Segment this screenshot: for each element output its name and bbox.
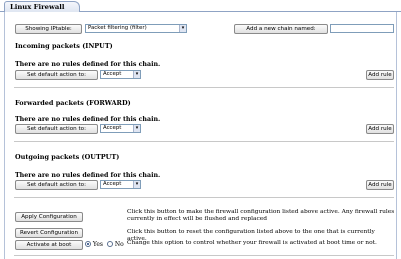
default-action-select-forward[interactable]: Accept ▾: [100, 124, 141, 133]
chevron-down-icon: ▾: [133, 71, 140, 78]
add-rule-button-input[interactable]: Add rule: [366, 70, 394, 80]
boot-yes-label: Yes: [92, 241, 103, 248]
divider: [14, 197, 394, 198]
section-title-forward: Forwarded packets (FORWARD): [15, 99, 131, 107]
boot-description: Change this option to control whether yo…: [127, 240, 377, 246]
set-default-action-button-forward[interactable]: Set default action to:: [15, 124, 98, 134]
chain-name-input[interactable]: [330, 24, 394, 33]
divider: [14, 87, 394, 88]
chevron-down-icon: ▾: [179, 25, 186, 32]
default-action-value-input: Accept: [103, 71, 122, 77]
tab-bar: Linux Firewall: [0, 0, 401, 12]
show-iptable-button[interactable]: Showing IPtable:: [15, 24, 82, 34]
divider: [14, 141, 394, 142]
default-action-select-input[interactable]: Accept ▾: [100, 70, 141, 79]
boot-option-group: Yes No: [85, 241, 124, 248]
no-rules-message-output: There are no rules defined for this chai…: [15, 172, 161, 179]
set-default-action-button-output[interactable]: Set default action to:: [15, 180, 98, 190]
boot-yes-radio[interactable]: [85, 241, 91, 247]
default-action-value-output: Accept: [103, 181, 122, 187]
add-chain-button[interactable]: Add a new chain named:: [234, 24, 328, 34]
add-rule-button-forward[interactable]: Add rule: [366, 124, 394, 134]
activate-at-boot-button[interactable]: Activate at boot: [15, 240, 83, 250]
divider: [14, 255, 394, 256]
no-rules-message-input: There are no rules defined for this chai…: [15, 61, 161, 68]
apply-configuration-button[interactable]: Apply Configuration: [15, 212, 83, 222]
table-select[interactable]: Packet filtering (filter) ▾: [85, 24, 187, 33]
tab-linux-firewall[interactable]: Linux Firewall: [4, 1, 80, 12]
apply-description: Click this button to make the firewall c…: [127, 209, 395, 222]
boot-no-radio[interactable]: [106, 241, 113, 247]
add-rule-button-output[interactable]: Add rule: [366, 180, 394, 190]
no-rules-message-forward: There are no rules defined for this chai…: [15, 116, 161, 123]
set-default-action-button-input[interactable]: Set default action to:: [15, 70, 98, 80]
boot-no-label: No: [114, 241, 124, 248]
chevron-down-icon: ▾: [133, 125, 140, 132]
table-select-value: Packet filtering (filter): [88, 25, 147, 31]
revert-configuration-button[interactable]: Revert Configuration: [15, 228, 83, 238]
chevron-down-icon: ▾: [133, 181, 140, 188]
section-title-output: Outgoing packets (OUTPUT): [15, 153, 120, 161]
section-title-input: Incoming packets (INPUT): [15, 42, 113, 50]
default-action-select-output[interactable]: Accept ▾: [100, 180, 141, 189]
default-action-value-forward: Accept: [103, 125, 122, 131]
